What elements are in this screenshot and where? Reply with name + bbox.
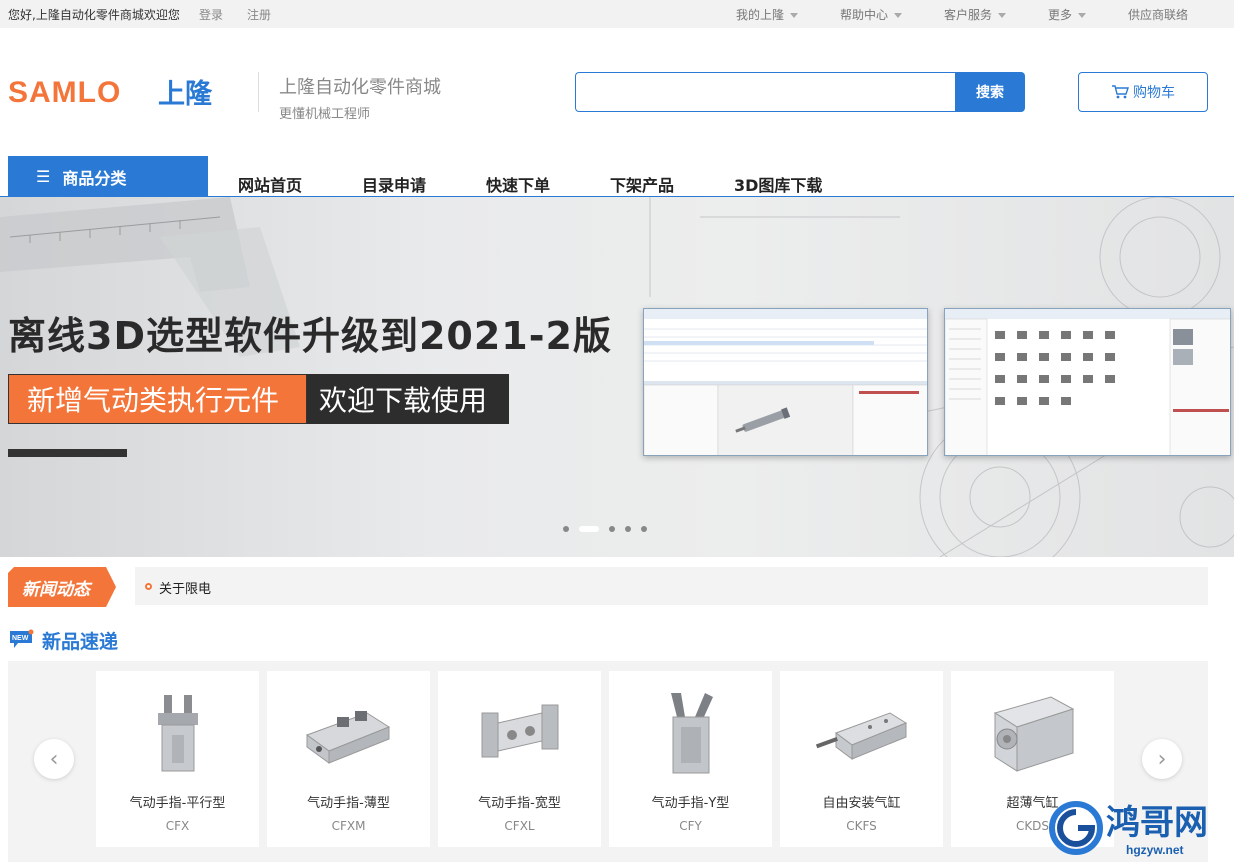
software-screenshot-1	[643, 308, 928, 456]
news-label-text: 新闻动态	[22, 580, 93, 600]
wide-gripper-icon	[481, 704, 559, 758]
nav-quick-order[interactable]: 快速下单	[486, 172, 550, 196]
welcome-text: 您好,上隆自动化零件商城欢迎您	[8, 8, 180, 22]
watermark-name: 鸿哥网	[1106, 803, 1208, 843]
chevron-down-icon	[894, 13, 903, 18]
parallel-gripper-icon	[158, 695, 198, 772]
product-code: CFX	[165, 819, 190, 833]
carousel-indicators	[563, 526, 647, 532]
login-link[interactable]: 登录	[199, 6, 223, 23]
search-field[interactable]	[575, 72, 955, 112]
news-item[interactable]: 关于限电	[159, 578, 211, 597]
product-name: 气动手指-宽型	[478, 796, 561, 811]
menu-my-account[interactable]: 我的上隆	[736, 6, 799, 23]
carousel-dot-5[interactable]	[641, 526, 647, 532]
nav-3d-download[interactable]: 3D图库下载	[734, 172, 822, 196]
cart-icon	[1112, 85, 1129, 99]
nav-catalog-request[interactable]: 目录申请	[362, 172, 426, 196]
category-label: 商品分类	[62, 168, 127, 188]
banner-accent-bar	[8, 449, 127, 457]
top-bar: 您好,上隆自动化零件商城欢迎您 登录 注册 我的上隆 帮助中心 客户服务 更多 …	[0, 0, 1234, 28]
register-link[interactable]: 注册	[247, 6, 271, 23]
cart-button[interactable]: 购物车	[1078, 72, 1208, 112]
news-label: 新闻动态	[8, 567, 116, 607]
watermark-url: hgzyw.net	[1126, 843, 1184, 857]
thin-gripper-icon	[305, 711, 391, 764]
product-name: 气动手指-薄型	[307, 796, 390, 811]
product-code: CFXL	[504, 819, 535, 833]
chevron-right-icon: ›	[1157, 746, 1167, 772]
free-mount-cylinder-icon	[815, 712, 908, 760]
banner-tag-new-elements: 新增气动类执行元件	[8, 374, 307, 424]
new-badge-icon: NEW	[8, 629, 34, 649]
samlo-logo[interactable]: SAMLO 上隆	[8, 74, 233, 110]
category-menu-button[interactable]: ☰ 商品分类	[8, 156, 208, 197]
news-ticker	[135, 567, 1208, 605]
menu-help-center[interactable]: 帮助中心	[840, 6, 903, 23]
carousel-next-button[interactable]: ›	[1142, 739, 1182, 779]
svg-text:SAMLO: SAMLO	[8, 76, 121, 108]
chevron-down-icon	[1078, 13, 1087, 18]
product-card-cfxm[interactable]: 气动手指-薄型 CFXM	[267, 671, 430, 847]
product-name: 气动手指-Y型	[651, 796, 730, 811]
product-name: 自由安装气缸	[822, 796, 901, 811]
site-subtitle: 更懂机械工程师	[279, 107, 371, 122]
banner-title: 离线3D选型软件升级到2021-2版	[8, 314, 612, 358]
product-code: CFXM	[331, 819, 366, 833]
new-badge-text: NEW	[12, 635, 29, 642]
logo-divider	[258, 72, 259, 112]
menu-customer-service[interactable]: 客户服务	[944, 6, 1007, 23]
supplier-contact-link[interactable]: 供应商联络	[1128, 6, 1188, 23]
chevron-down-icon	[790, 13, 799, 18]
search-button[interactable]: 搜索	[955, 72, 1025, 112]
carousel-dot-1[interactable]	[563, 526, 569, 532]
news-bullet-icon	[145, 583, 152, 590]
product-card-cfy[interactable]: 气动手指-Y型 CFY	[609, 671, 772, 847]
site-title: 上隆自动化零件商城	[279, 77, 441, 98]
product-card-ckfs[interactable]: 自由安装气缸 CKFS	[780, 671, 943, 847]
menu-more[interactable]: 更多	[1048, 6, 1087, 23]
site-watermark: 鸿哥网 hgzyw.net	[1046, 792, 1234, 862]
product-card-cfxl[interactable]: 气动手指-宽型 CFXL	[438, 671, 601, 847]
menu-icon: ☰	[36, 167, 51, 186]
nav-discontinued[interactable]: 下架产品	[610, 172, 674, 196]
search-input[interactable]	[576, 73, 955, 111]
cart-label: 购物车	[1133, 85, 1175, 101]
carousel-prev-button[interactable]: ‹	[34, 739, 74, 779]
svg-text:上隆: 上隆	[158, 79, 213, 108]
product-code: CKFS	[846, 819, 877, 833]
chevron-left-icon: ‹	[49, 746, 59, 772]
software-screenshot-2	[944, 308, 1231, 456]
carousel-dot-2[interactable]	[579, 526, 599, 532]
compact-cylinder-icon	[993, 696, 1075, 772]
carousel-dot-4[interactable]	[625, 526, 631, 532]
product-card-cfx[interactable]: 气动手指-平行型 CFX	[96, 671, 259, 847]
y-gripper-icon	[671, 693, 713, 774]
nav-home[interactable]: 网站首页	[238, 172, 302, 196]
hero-banner[interactable]: 离线3D选型软件升级到2021-2版 新增气动类执行元件 欢迎下载使用	[0, 197, 1234, 557]
product-name: 气动手指-平行型	[129, 796, 226, 811]
chevron-down-icon	[998, 13, 1007, 18]
carousel-dot-3[interactable]	[609, 526, 615, 532]
product-code: CFY	[679, 819, 702, 833]
banner-tag-download: 欢迎下载使用	[307, 374, 509, 424]
new-products-title: 新品速递	[42, 631, 119, 653]
